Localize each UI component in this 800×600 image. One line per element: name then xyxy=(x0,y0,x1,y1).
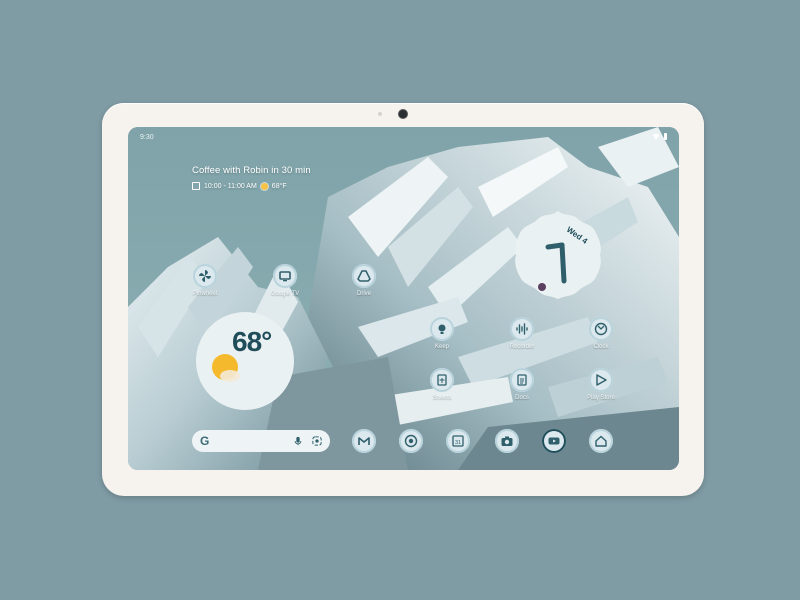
youtube-icon xyxy=(542,429,566,453)
app-drive[interactable]: Drive xyxy=(334,264,394,297)
svg-text:31: 31 xyxy=(455,440,461,446)
app-keep[interactable]: Keep xyxy=(412,317,472,350)
home-screen: 9:30 Coffee with Robin in 30 min 10:00 -… xyxy=(128,127,679,470)
app-pinwheel[interactable]: Pinwheel xyxy=(175,264,235,297)
sun-cloud-icon xyxy=(212,354,240,382)
lens-icon[interactable] xyxy=(311,435,323,447)
google-tv-icon xyxy=(273,264,297,288)
status-time: 9:30 xyxy=(140,134,154,141)
chrome-icon xyxy=(399,429,423,453)
app-sheets[interactable]: Sheets xyxy=(412,368,472,401)
battery-icon xyxy=(664,133,667,140)
app-label: Sheets xyxy=(432,395,452,401)
app-google-tv[interactable]: Google TV xyxy=(255,264,315,297)
app-label: Recorder xyxy=(509,344,535,350)
mic-icon[interactable] xyxy=(292,435,304,447)
front-camera-icon xyxy=(399,110,407,118)
app-label: Drive xyxy=(356,291,371,297)
wifi-icon xyxy=(652,133,660,140)
drive-icon xyxy=(352,264,376,288)
calendar-small-icon xyxy=(192,182,200,190)
app-label: Clock xyxy=(593,344,609,350)
app-clock[interactable]: Clock xyxy=(571,317,631,350)
dock-home[interactable] xyxy=(571,429,631,453)
app-label: Google TV xyxy=(270,291,300,297)
glance-details: 10:00 - 11:00 AM 68°F xyxy=(192,182,311,190)
weather-widget[interactable]: 68° xyxy=(196,312,294,410)
clock-widget[interactable] xyxy=(512,209,604,301)
home-icon xyxy=(589,429,613,453)
glance-event-title: Coffee with Robin in 30 min xyxy=(192,165,311,176)
app-label: Play Store xyxy=(587,395,615,401)
sun-icon xyxy=(260,182,268,190)
docs-icon xyxy=(510,368,534,392)
recorder-icon xyxy=(510,317,534,341)
sheets-icon xyxy=(430,368,454,392)
light-sensor xyxy=(378,112,382,116)
calendar-icon: 31 xyxy=(446,429,470,453)
play-store-icon xyxy=(589,368,613,392)
keep-icon xyxy=(430,317,454,341)
app-recorder[interactable]: Recorder xyxy=(492,317,552,350)
google-logo: G xyxy=(200,434,210,448)
at-a-glance-widget[interactable]: Coffee with Robin in 30 min 10:00 - 11:0… xyxy=(192,165,311,190)
glance-temperature: 68°F xyxy=(271,182,287,190)
app-play-store[interactable]: Play Store xyxy=(571,368,631,401)
app-label: Pinwheel xyxy=(192,291,218,297)
search-bar[interactable]: G xyxy=(192,430,330,452)
glance-time-range: 10:00 - 11:00 AM xyxy=(204,182,257,190)
camera-icon xyxy=(495,429,519,453)
app-docs[interactable]: Docs xyxy=(492,368,552,401)
gmail-icon xyxy=(352,429,376,453)
pinwheel-icon xyxy=(193,264,217,288)
app-label: Keep xyxy=(434,344,449,350)
clock-icon xyxy=(589,317,613,341)
status-icons xyxy=(652,133,667,140)
app-label: Docs xyxy=(515,395,529,401)
